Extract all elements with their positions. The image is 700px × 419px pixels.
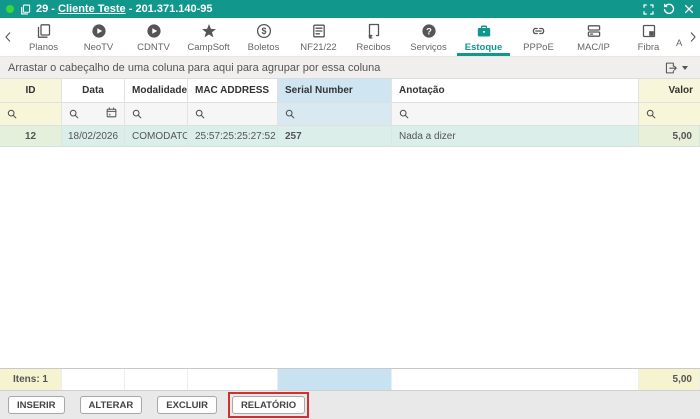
tab-pppoe[interactable]: PPPoE — [511, 18, 566, 56]
table-header-row: ID Data Modalidade MAC ADDRESS Serial Nu… — [0, 79, 700, 103]
calendar-icon[interactable] — [106, 105, 117, 123]
footer-cell-anotacao — [392, 369, 639, 390]
table-empty-area — [0, 147, 700, 368]
close-icon[interactable] — [684, 4, 694, 14]
maximize-icon[interactable] — [643, 4, 654, 15]
tabs-scroll-left[interactable] — [0, 18, 16, 56]
footer-cell-modalidade — [125, 369, 188, 390]
tab-servicos[interactable]: ? Serviços — [401, 18, 456, 56]
filter-id[interactable] — [0, 103, 62, 126]
tab-recibos[interactable]: Recibos — [346, 18, 401, 56]
footer-total-valor: 5,00 — [639, 369, 700, 390]
cell-mac: 25:57:25:25:27:52 — [188, 126, 278, 147]
cell-serial: 257 — [278, 126, 392, 147]
table-footer-row: Itens: 1 5,00 — [0, 368, 700, 390]
window-titlebar: 29 - Cliente Teste - 201.371.140-95 — [0, 0, 700, 18]
export-button[interactable] — [664, 61, 688, 75]
tab-fibra[interactable]: Fibra — [621, 18, 676, 56]
filter-anotacao[interactable] — [392, 103, 639, 126]
cell-anotacao: Nada a dizer — [392, 126, 639, 147]
cell-data: 18/02/2026 — [62, 126, 125, 147]
alterar-button[interactable]: ALTERAR — [80, 396, 143, 414]
filter-valor[interactable] — [639, 103, 700, 126]
column-header-id[interactable]: ID — [0, 79, 62, 103]
filter-data[interactable] — [62, 103, 125, 126]
column-header-data[interactable]: Data — [62, 79, 125, 103]
annotation-highlight-box: RELATÓRIO — [232, 396, 305, 414]
footer-cell-mac — [188, 369, 278, 390]
tab-cdntv[interactable]: CDNTV — [126, 18, 181, 56]
export-caret-icon — [682, 66, 688, 70]
tab-bar: Planos NeoTV CDNTV CampSoft $ Boletos NF… — [0, 18, 700, 57]
svg-text:?: ? — [426, 26, 432, 37]
copy-icon[interactable] — [20, 4, 31, 15]
tab-partial[interactable]: A — [676, 18, 686, 56]
group-by-hint: Arrastar o cabeçalho de uma coluna para … — [8, 62, 380, 74]
refresh-icon[interactable] — [663, 3, 675, 15]
column-header-modalidade[interactable]: Modalidade — [125, 79, 188, 103]
column-header-mac[interactable]: MAC ADDRESS — [188, 79, 278, 103]
tab-estoque[interactable]: Estoque — [456, 18, 511, 56]
svg-text:$: $ — [261, 26, 266, 36]
window-title: 29 - Cliente Teste - 201.371.140-95 — [36, 3, 213, 15]
column-header-valor[interactable]: Valor — [639, 79, 700, 103]
tab-planos[interactable]: Planos — [16, 18, 71, 56]
filter-modalidade[interactable] — [125, 103, 188, 126]
footer-cell-data — [62, 369, 125, 390]
footer-cell-serial — [278, 369, 392, 390]
column-header-serial[interactable]: Serial Number — [278, 79, 392, 103]
column-header-anotacao[interactable]: Anotação — [392, 79, 639, 103]
tabs-scroll-right[interactable] — [686, 18, 700, 56]
action-bar: INSERIR ALTERAR EXCLUIR RELATÓRIO — [0, 390, 700, 419]
cell-id: 12 — [0, 126, 62, 147]
relatorio-button[interactable]: RELATÓRIO — [232, 396, 305, 414]
inserir-button[interactable]: INSERIR — [8, 396, 65, 414]
online-status-dot — [6, 5, 14, 13]
group-by-bar[interactable]: Arrastar o cabeçalho de uma coluna para … — [0, 57, 700, 79]
tab-neotv[interactable]: NeoTV — [71, 18, 126, 56]
tab-macip[interactable]: MAC/IP — [566, 18, 621, 56]
filter-serial[interactable] — [278, 103, 392, 126]
filter-row — [0, 103, 700, 126]
footer-items-count: Itens: 1 — [0, 369, 62, 390]
cell-valor: 5,00 — [639, 126, 700, 147]
tab-boletos[interactable]: $ Boletos — [236, 18, 291, 56]
tab-nf2122[interactable]: NF21/22 — [291, 18, 346, 56]
tab-campsoft[interactable]: CampSoft — [181, 18, 236, 56]
cell-modalidade: COMODATO — [125, 126, 188, 147]
table-row[interactable]: 12 18/02/2026 COMODATO 25:57:25:25:27:52… — [0, 126, 700, 147]
filter-mac[interactable] — [188, 103, 278, 126]
client-name-link[interactable]: Cliente Teste — [58, 3, 126, 15]
excluir-button[interactable]: EXCLUIR — [157, 396, 217, 414]
